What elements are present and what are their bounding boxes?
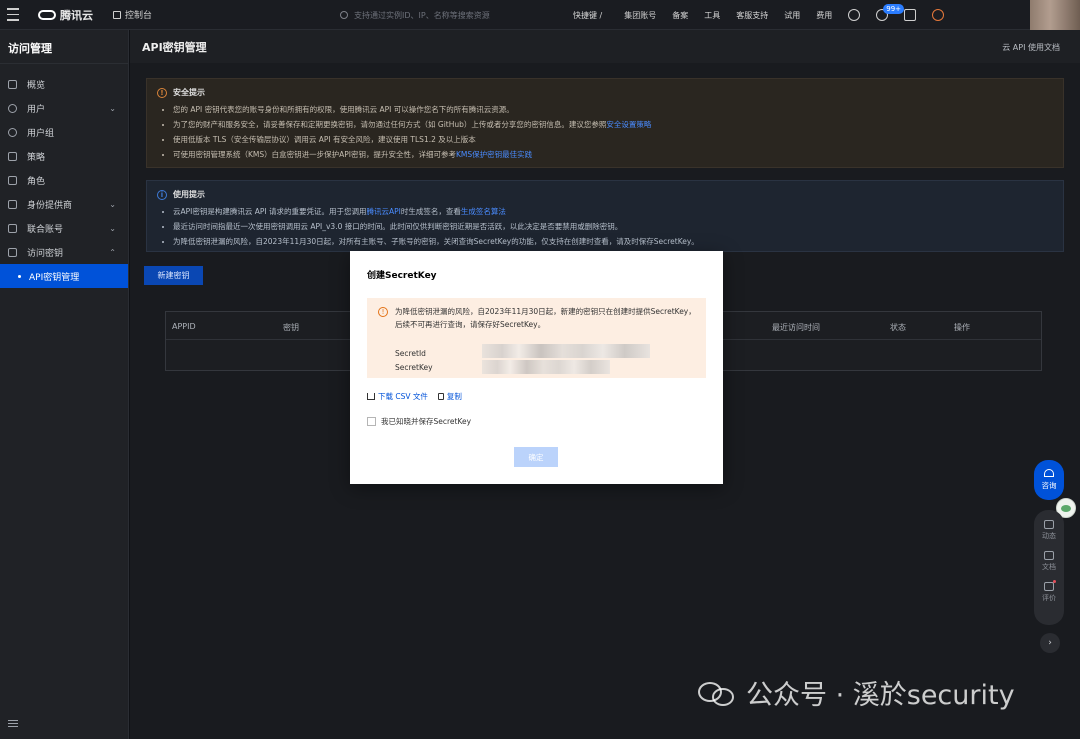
dialog-warning-text: 为降低密钥泄漏的风险，自2023年11月30日起，新建的密钥只在创建时提供Sec… [395,307,696,329]
download-csv-button[interactable]: 下载 CSV 文件 [367,391,428,402]
watermark: 公众号 · 溪於security [698,673,1015,712]
copy-button[interactable]: 复制 [437,391,462,402]
dialog-actions: 下载 CSV 文件 复制 [367,391,462,402]
secret-id-value-redacted [482,344,650,358]
saved-checkbox[interactable]: 我已知晓并保存SecretKey [367,416,471,427]
activity-button[interactable]: 动态 [1042,520,1056,541]
secret-key-label: SecretKey [395,363,433,372]
headset-icon [1044,469,1054,477]
dialog-title: 创建SecretKey [367,271,437,281]
secret-id-label: SecretId [395,349,426,358]
book-icon [1044,551,1054,560]
activity-icon [1044,520,1054,529]
consult-button[interactable]: 咨询 [1034,460,1064,500]
dialog-warning: ! 为降低密钥泄漏的风险，自2023年11月30日起，新建的密钥只在创建时提供S… [367,298,706,378]
warning-icon: ! [378,307,388,317]
wechat-logo-icon [698,678,738,708]
docs-button[interactable]: 文档 [1042,551,1056,572]
download-icon [367,393,375,400]
confirm-button[interactable]: 确定 [514,447,558,467]
feedback-button[interactable]: 评价 [1042,580,1056,603]
feedback-icon [1044,580,1056,591]
saved-checkbox-label: 我已知晓并保存SecretKey [381,417,472,426]
side-tools-panel: 动态 文档 评价 [1034,510,1064,625]
chevron-right-icon[interactable]: › [1040,633,1060,653]
copy-icon [437,393,444,400]
watermark-text: 公众号 · 溪於security [746,680,1015,711]
create-secretkey-dialog: 创建SecretKey ! 为降低密钥泄漏的风险，自2023年11月30日起，新… [350,251,723,484]
checkbox-box[interactable] [367,417,376,426]
secret-key-value-redacted [482,360,610,374]
